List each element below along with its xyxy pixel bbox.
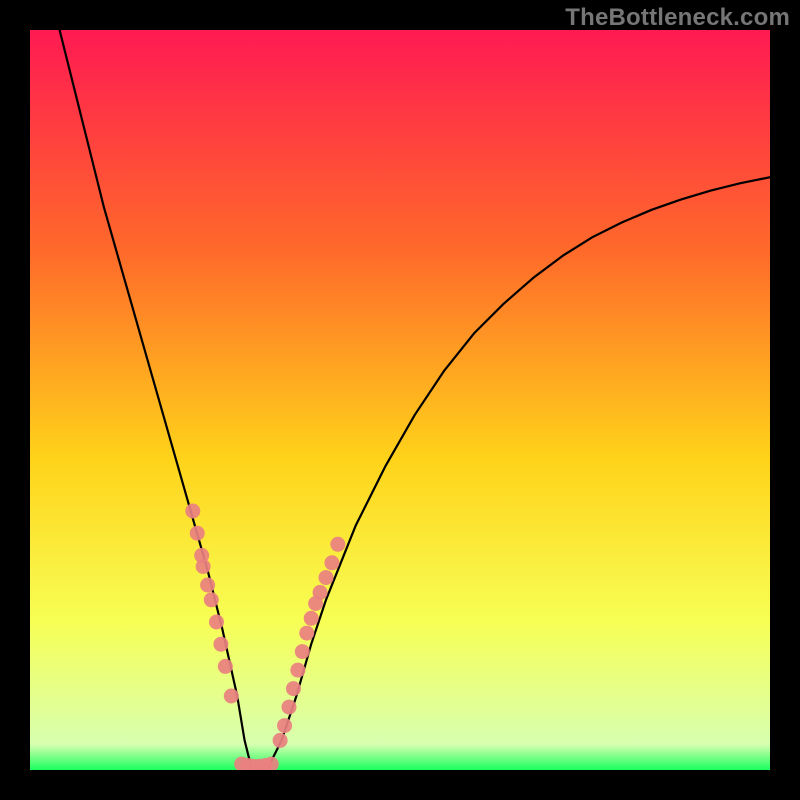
marker-left-cluster bbox=[209, 615, 224, 630]
marker-right-cluster bbox=[330, 537, 345, 552]
marker-right-cluster bbox=[290, 663, 305, 678]
marker-right-cluster bbox=[286, 681, 301, 696]
gradient-background bbox=[30, 30, 770, 770]
marker-left-cluster bbox=[224, 689, 239, 704]
marker-right-cluster bbox=[313, 585, 328, 600]
marker-left-cluster bbox=[190, 526, 205, 541]
marker-right-cluster bbox=[304, 611, 319, 626]
marker-right-cluster bbox=[319, 570, 334, 585]
attribution-label: TheBottleneck.com bbox=[565, 4, 790, 32]
marker-right-cluster bbox=[273, 733, 288, 748]
marker-left-cluster bbox=[185, 504, 200, 519]
marker-right-cluster bbox=[282, 700, 297, 715]
marker-right-cluster bbox=[295, 644, 310, 659]
marker-left-cluster bbox=[200, 578, 215, 593]
marker-left-cluster bbox=[218, 659, 233, 674]
marker-right-cluster bbox=[324, 555, 339, 570]
chart-frame: TheBottleneck.com bbox=[0, 0, 800, 800]
marker-right-cluster bbox=[277, 718, 292, 733]
marker-left-cluster bbox=[196, 559, 211, 574]
chart-svg bbox=[30, 30, 770, 770]
marker-left-cluster bbox=[204, 592, 219, 607]
plot-area bbox=[30, 30, 770, 770]
marker-right-cluster bbox=[299, 626, 314, 641]
marker-left-cluster bbox=[213, 637, 228, 652]
